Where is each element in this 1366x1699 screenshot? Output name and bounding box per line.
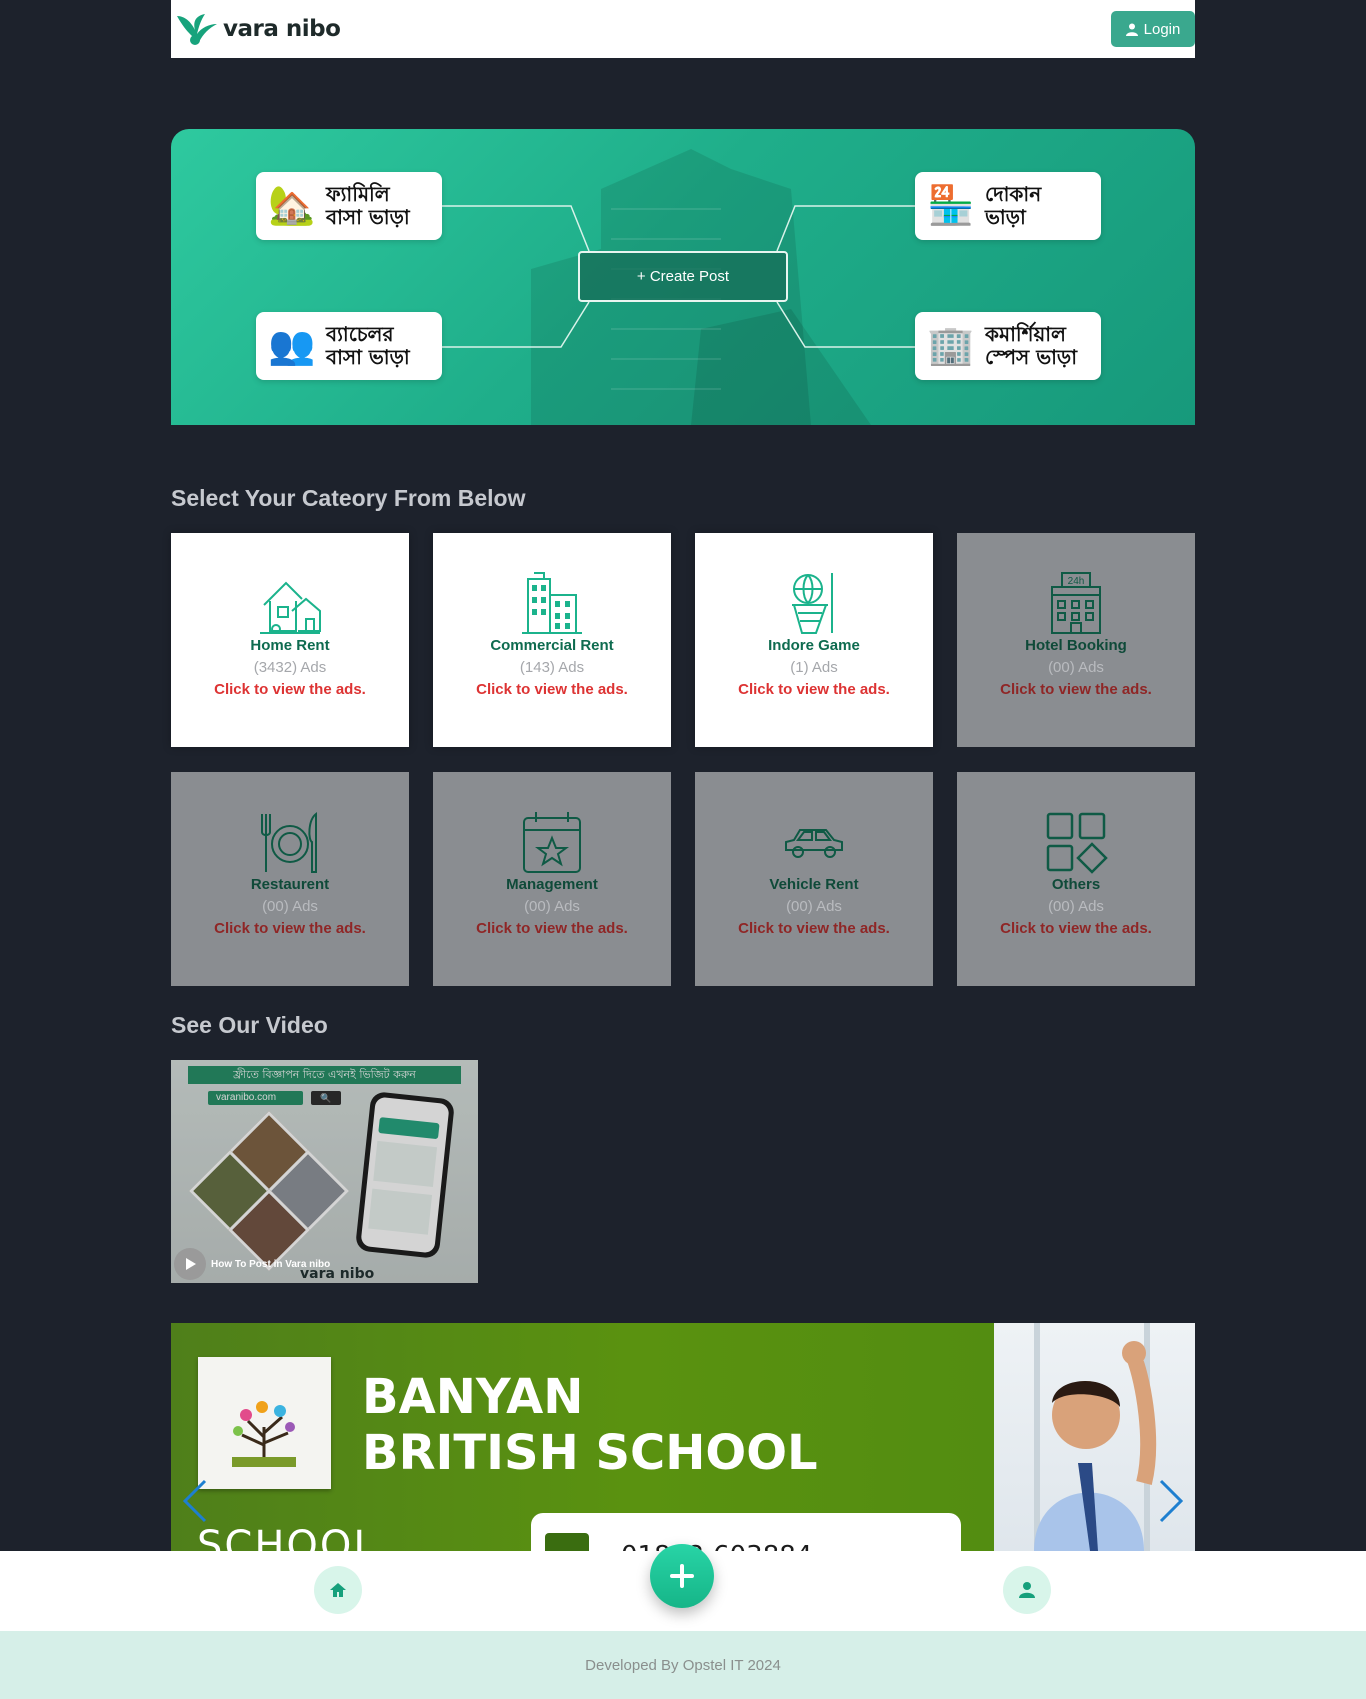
category-name: Home Rent xyxy=(250,637,330,654)
commercial-space-card[interactable]: 🏢 কমার্শিয়াল স্পেস ভাড়া xyxy=(915,312,1101,380)
category-name: Restaurent xyxy=(250,876,330,893)
bachelor-group-icon: 👥 xyxy=(268,325,316,367)
footer-credit: Developed By Opstel IT 2024 xyxy=(585,1656,781,1674)
card-label-line2: বাসা ভাড়া xyxy=(326,345,410,369)
category-name: Commercial Rent xyxy=(490,637,614,654)
login-button[interactable]: Login xyxy=(1111,11,1195,47)
family-rent-card[interactable]: 🏡 ফ্যামিলি বাসা ভাড়া xyxy=(256,172,442,240)
category-count: (00) Ads xyxy=(524,898,580,915)
user-icon xyxy=(1019,1582,1035,1598)
user-icon xyxy=(1125,23,1138,36)
category-count: (1) Ads xyxy=(790,659,838,676)
card-label-line1: দোকান xyxy=(985,182,1042,206)
tree-logo-icon xyxy=(232,1401,296,1467)
profile-nav-button[interactable] xyxy=(1003,1566,1051,1614)
svg-text:24h: 24h xyxy=(1068,576,1085,587)
office-building-icon xyxy=(522,572,582,634)
card-label-line1: ফ্যামিলি xyxy=(326,182,390,206)
card-label-line2: ভাড়া xyxy=(985,205,1026,229)
category-count: (3432) Ads xyxy=(253,659,327,676)
view-ads-link[interactable]: Click to view the ads. xyxy=(1000,920,1152,937)
category-card-commercial-rent[interactable]: Commercial Rent (143) Ads Click to view … xyxy=(433,533,671,747)
carousel-next-icon[interactable] xyxy=(1157,1479,1185,1523)
home-icon xyxy=(330,1583,346,1597)
ad-partial-text: SCHOOL xyxy=(197,1523,378,1551)
category-count: (00) Ads xyxy=(786,898,842,915)
category-count: (00) Ads xyxy=(1048,659,1104,676)
phone-icon xyxy=(545,1533,589,1551)
video-section-title: See Our Video xyxy=(171,1012,328,1038)
calendar-star-icon xyxy=(523,812,581,873)
shop-icon: 🏪 xyxy=(927,185,975,227)
view-ads-link[interactable]: Click to view the ads. xyxy=(738,681,890,698)
ad-title-line1: BANYAN xyxy=(362,1369,584,1425)
view-ads-link[interactable]: Click to view the ads. xyxy=(738,920,890,937)
ad-phone-box: 01818-603884 xyxy=(531,1513,961,1551)
card-label-line2: স্পেস ভাড়া xyxy=(985,345,1078,369)
brand-logo[interactable]: vara nibo xyxy=(175,12,341,46)
footer: Developed By Opstel IT 2024 xyxy=(0,1631,1366,1699)
add-post-fab[interactable] xyxy=(650,1544,714,1608)
category-name: Vehicle Rent xyxy=(769,876,859,893)
category-name: Indore Game xyxy=(768,637,860,654)
leaf-logo-icon xyxy=(177,14,217,45)
card-label-line2: বাসা ভাড়া xyxy=(326,205,410,229)
view-ads-link[interactable]: Click to view the ads. xyxy=(1000,681,1152,698)
video-brand: vara nibo xyxy=(300,1266,375,1282)
bachelor-rent-card[interactable]: 👥 ব্যাচেলর বাসা ভাড়া xyxy=(256,312,442,380)
category-section-title: Select Your Cateory From Below xyxy=(171,485,526,511)
commercial-building-icon: 🏢 xyxy=(927,325,975,367)
ad-title-line2: BRITISH SCHOOL xyxy=(362,1425,818,1481)
plate-cutlery-icon xyxy=(261,811,317,873)
category-card-home-rent[interactable]: Home Rent (3432) Ads Click to view the a… xyxy=(171,533,409,747)
hero-banner: 🏡 ফ্যামিলি বাসা ভাড়া 🏪 দোকান ভাড়া 👥 ব্… xyxy=(171,129,1195,425)
view-ads-link[interactable]: Click to view the ads. xyxy=(214,920,366,937)
play-button[interactable] xyxy=(174,1248,206,1280)
video-thumbnail[interactable]: ফ্রীতে বিজ্ঞাপন দিতে এখনই ভিজিট করুন var… xyxy=(171,1060,478,1283)
card-label-line1: ব্যাচেলর xyxy=(326,322,394,346)
login-label: Login xyxy=(1143,20,1181,38)
view-ads-link[interactable]: Click to view the ads. xyxy=(476,681,628,698)
category-card-management[interactable]: Management (00) Ads Click to view the ad… xyxy=(433,772,671,986)
category-count: (143) Ads xyxy=(519,659,585,676)
ad-title: BANYAN BRITISH SCHOOL xyxy=(362,1369,818,1481)
category-name: Others xyxy=(1051,876,1101,893)
category-card-others[interactable]: Others (00) Ads Click to view the ads. xyxy=(957,772,1195,986)
video-overlay xyxy=(171,1060,478,1283)
grid-shapes-icon xyxy=(1046,812,1108,874)
category-name: Management xyxy=(506,876,598,893)
home-rent-icon xyxy=(260,581,321,634)
top-header: vara nibo Login xyxy=(171,0,1195,58)
home-nav-button[interactable] xyxy=(314,1566,362,1614)
category-card-hotel-booking[interactable]: 24h Hotel Booking (00) Ads Click to view… xyxy=(957,533,1195,747)
carousel-prev-icon[interactable] xyxy=(181,1479,209,1523)
ad-phone-number: 01818-603884 xyxy=(621,1541,812,1551)
family-house-icon: 🏡 xyxy=(268,185,316,227)
category-count: (00) Ads xyxy=(262,898,318,915)
category-name: Hotel Booking xyxy=(1025,637,1127,654)
hotel-24h-icon: 24h xyxy=(1051,572,1101,634)
view-ads-link[interactable]: Click to view the ads. xyxy=(476,920,628,937)
shop-rent-card[interactable]: 🏪 দোকান ভাড়া xyxy=(915,172,1101,240)
basketball-hoop-icon xyxy=(792,573,833,634)
ad-carousel[interactable]: BANYAN BRITISH SCHOOL SCHOOL 01818-60388… xyxy=(171,1323,1195,1551)
play-icon xyxy=(186,1258,196,1270)
category-card-indore-game[interactable]: Indore Game (1) Ads Click to view the ad… xyxy=(695,533,933,747)
category-count: (00) Ads xyxy=(1048,898,1104,915)
category-card-vehicle-rent[interactable]: Vehicle Rent (00) Ads Click to view the … xyxy=(695,772,933,986)
brand-name: vara nibo xyxy=(223,16,341,42)
card-label-line1: কমার্শিয়াল xyxy=(985,322,1066,346)
create-post-button[interactable]: + Create Post xyxy=(578,251,788,302)
plus-icon xyxy=(670,1564,694,1588)
car-icon xyxy=(785,829,843,858)
view-ads-link[interactable]: Click to view the ads. xyxy=(214,681,366,698)
category-card-restaurent[interactable]: Restaurent (00) Ads Click to view the ad… xyxy=(171,772,409,986)
school-logo xyxy=(198,1357,331,1489)
